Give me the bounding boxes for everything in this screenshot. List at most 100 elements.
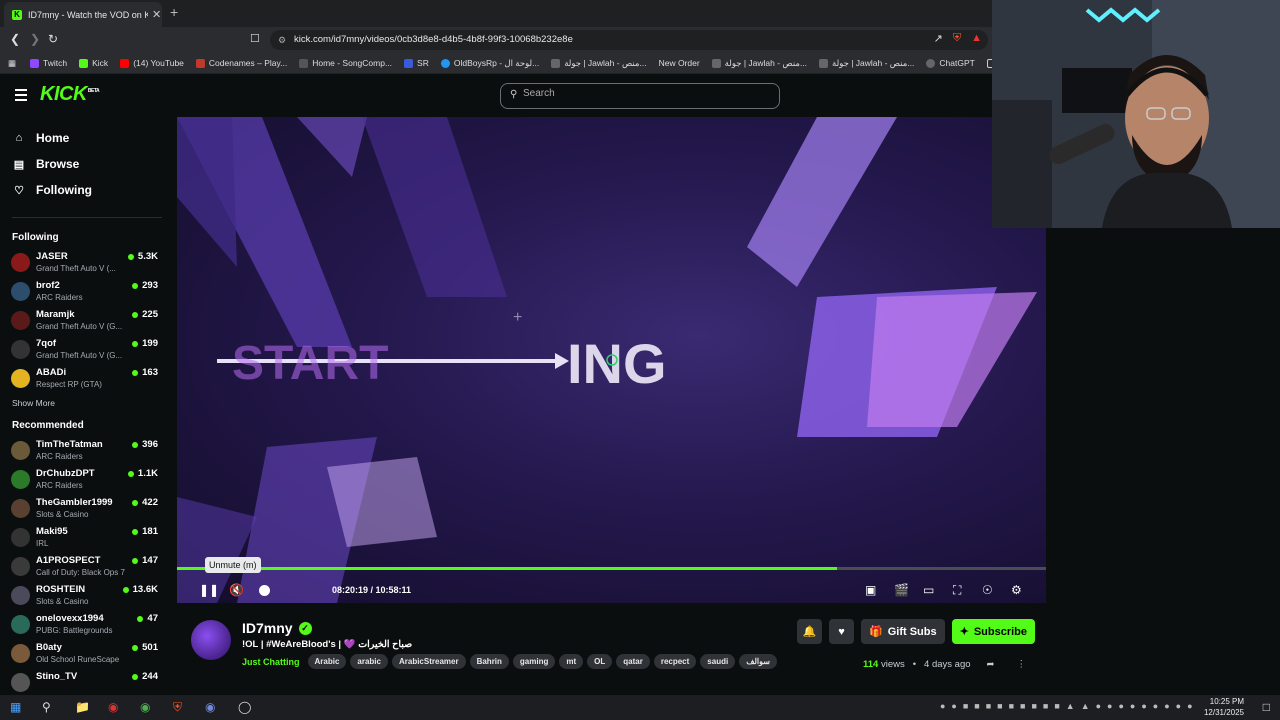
url-field[interactable]: ⚙ kick.com/id7mny/videos/0cb3d8e8-d4b5-4… (270, 30, 988, 50)
sidebar-channel[interactable]: Maramjk Grand Theft Auto V (G... 225 (0, 307, 172, 336)
bookmark-item[interactable]: Kick (79, 58, 108, 68)
channel-name[interactable]: ID7mny (242, 620, 293, 636)
forward-icon[interactable]: ❯ (30, 32, 40, 46)
stream-info: ID7mny ✓ !OL | #WeAreBlood's | 💜 صباح الخ… (177, 608, 1046, 693)
subscribe-button[interactable]: ✦ Subscribe (951, 619, 1035, 644)
sidebar-channel[interactable]: ROSHTEIN Slots & Casino 13.6K (0, 582, 172, 611)
viewer-count: 147 (132, 555, 158, 566)
bookmark-item[interactable]: جولة | Jawlah - منص... (551, 58, 647, 69)
obs-icon[interactable]: ◯ (238, 700, 251, 714)
nav-following[interactable]: ♡ Following (12, 177, 160, 203)
star-icon: ✦ (959, 626, 969, 638)
category-link[interactable]: Just Chatting (242, 657, 300, 667)
share-icon[interactable]: ➦ (987, 659, 995, 670)
gift-icon: 🎁 (869, 626, 883, 638)
channel-category: Grand Theft Auto V (... (36, 264, 116, 273)
taskbar-search-icon[interactable]: ⚲ (42, 700, 51, 714)
sidebar-channel[interactable]: DrChubzDPT ARC Raiders 1.1K (0, 466, 172, 495)
tag-pill[interactable]: OL (587, 654, 613, 669)
tag-pill[interactable]: سوالف (739, 654, 777, 669)
theater-mode-icon[interactable]: ▭ (923, 583, 934, 597)
chrome-icon[interactable]: ◉ (140, 700, 150, 714)
bookmark-item[interactable]: جولة | Jawlah - منص... (819, 58, 914, 69)
site-info-icon[interactable]: ⚙ (278, 30, 286, 50)
bookmark-item[interactable]: (14) YouTube (120, 58, 184, 68)
discord-icon[interactable]: ◉ (205, 700, 215, 714)
video-frame: ING START + (177, 117, 1037, 603)
sidebar-channel[interactable]: onelovexx1994 PUBG: Battlegrounds 47 (0, 611, 172, 640)
notification-icon[interactable]: □ (1263, 700, 1270, 714)
search-box[interactable]: ⚲ (500, 83, 780, 109)
tag-pill[interactable]: recpect (653, 654, 697, 669)
sidebar-channel[interactable]: B0aty Old School RuneScape 501 (0, 640, 172, 669)
mute-button[interactable]: 🔇 (229, 583, 244, 597)
channel-avatar[interactable] (191, 620, 231, 660)
follow-heart-button[interactable]: ♥ (829, 619, 854, 644)
settings-gear-icon[interactable]: ⚙ (1011, 583, 1022, 597)
miniplayer-icon[interactable]: ▣ (865, 583, 876, 597)
file-explorer-icon[interactable]: 📁 (75, 700, 90, 714)
sidebar-channel[interactable]: Stino_TV 244 (0, 669, 172, 695)
back-icon[interactable]: ❮ (10, 32, 20, 46)
bookmark-item[interactable]: ChatGPT (926, 58, 975, 68)
live-dot-icon (132, 340, 139, 347)
tag-pill[interactable]: Arabic (307, 654, 347, 669)
app-icon[interactable]: ◉ (108, 700, 118, 714)
pause-button[interactable]: ❚❚ (199, 583, 219, 597)
windows-start-icon[interactable]: ▦ (10, 700, 21, 714)
video-player[interactable]: ING START + ❚❚ 🔇 08:20:19 / 10:58:11 ▣ 🎬… (177, 117, 1046, 603)
tag-pill[interactable]: mt (559, 654, 584, 669)
tag-pill[interactable]: arabic (350, 654, 388, 669)
progress-bar[interactable] (177, 567, 1046, 570)
tray-clock[interactable]: 10:25 PM 12/31/2025 (1204, 696, 1244, 718)
gift-subs-button[interactable]: 🎁 Gift Subs (861, 619, 945, 644)
show-more-link[interactable]: Show More (0, 394, 172, 418)
reload-icon[interactable]: ↻ (48, 32, 58, 46)
bookmark-item[interactable]: OldBoysRp - لوحة ال... (440, 58, 539, 69)
bookmark-item[interactable]: Home - SongComp... (299, 58, 392, 68)
tag-pill[interactable]: Bahrin (469, 654, 509, 669)
main-nav: ⌂ Home ▤ Browse ♡ Following (0, 117, 172, 211)
clip-icon[interactable]: 🎬 (894, 583, 909, 597)
playback-speed-icon[interactable]: ☉ (982, 583, 993, 597)
sidebar-channel[interactable]: 7qof Grand Theft Auto V (G... 199 (0, 336, 172, 365)
bookmark-icon[interactable]: ☐ (250, 32, 260, 45)
share-icon[interactable]: ↗ (934, 32, 943, 45)
fullscreen-icon[interactable]: ⛶ (953, 583, 961, 598)
nav-browse[interactable]: ▤ Browse (12, 151, 160, 177)
tag-pill[interactable]: ArabicStreamer (391, 654, 466, 669)
sidebar-channel[interactable]: TheGambler1999 Slots & Casino 422 (0, 495, 172, 524)
brave-icon[interactable]: ⛨ (173, 700, 182, 715)
bookmark-item[interactable]: جولة | Jawlah - منص... (711, 58, 807, 69)
time-display: 08:20:19 / 10:58:11 (332, 585, 412, 595)
nav-home[interactable]: ⌂ Home (12, 125, 160, 151)
brave-shields-icon[interactable]: ⛨ (953, 32, 961, 45)
tag-pill[interactable]: gaming (512, 654, 556, 669)
new-tab-button[interactable]: + (170, 4, 178, 20)
kick-logo[interactable]: KICKBETA (40, 83, 100, 106)
browser-tab[interactable]: K ID7mny - Watch the VOD on Kick ✕ (4, 2, 162, 27)
sidebar-channel[interactable]: TimTheTatman ARC Raiders 396 (0, 437, 172, 466)
bookmark-item[interactable]: SR (404, 58, 429, 68)
sidebar-channel[interactable]: Maki95 IRL 181 (0, 524, 172, 553)
brave-rewards-icon[interactable]: ▲ (971, 32, 982, 45)
sidebar-channel[interactable]: brof2 ARC Raiders 293 (0, 278, 172, 307)
sidebar-channel[interactable]: JASER Grand Theft Auto V (... 5.3K (0, 249, 172, 278)
bookmark-item[interactable]: Codenames – Play... (195, 58, 287, 68)
channel-avatar (11, 311, 30, 330)
sidebar-channel[interactable]: ABADi Respect RP (GTA) 163 (0, 365, 172, 394)
tag-pill[interactable]: qatar (616, 654, 650, 669)
sidebar-channel[interactable]: A1PROSPECT Call of Duty: Black Ops 7 147 (0, 553, 172, 582)
jawlah-icon (551, 58, 561, 68)
notification-bell-button[interactable]: 🔔 (797, 619, 822, 644)
more-options-icon[interactable]: ⋮ (1017, 659, 1027, 670)
bookmark-item[interactable]: Twitch (30, 58, 67, 68)
menu-icon[interactable] (15, 89, 27, 104)
bookmark-item[interactable]: New Order (659, 58, 700, 68)
viewer-count: 181 (132, 526, 158, 537)
apps-grid-icon[interactable]: ▦ (8, 58, 16, 69)
search-input[interactable] (523, 88, 763, 99)
tag-pill[interactable]: saudi (700, 654, 736, 669)
close-tab-icon[interactable]: ✕ (152, 8, 161, 21)
volume-slider-handle[interactable] (259, 585, 270, 596)
